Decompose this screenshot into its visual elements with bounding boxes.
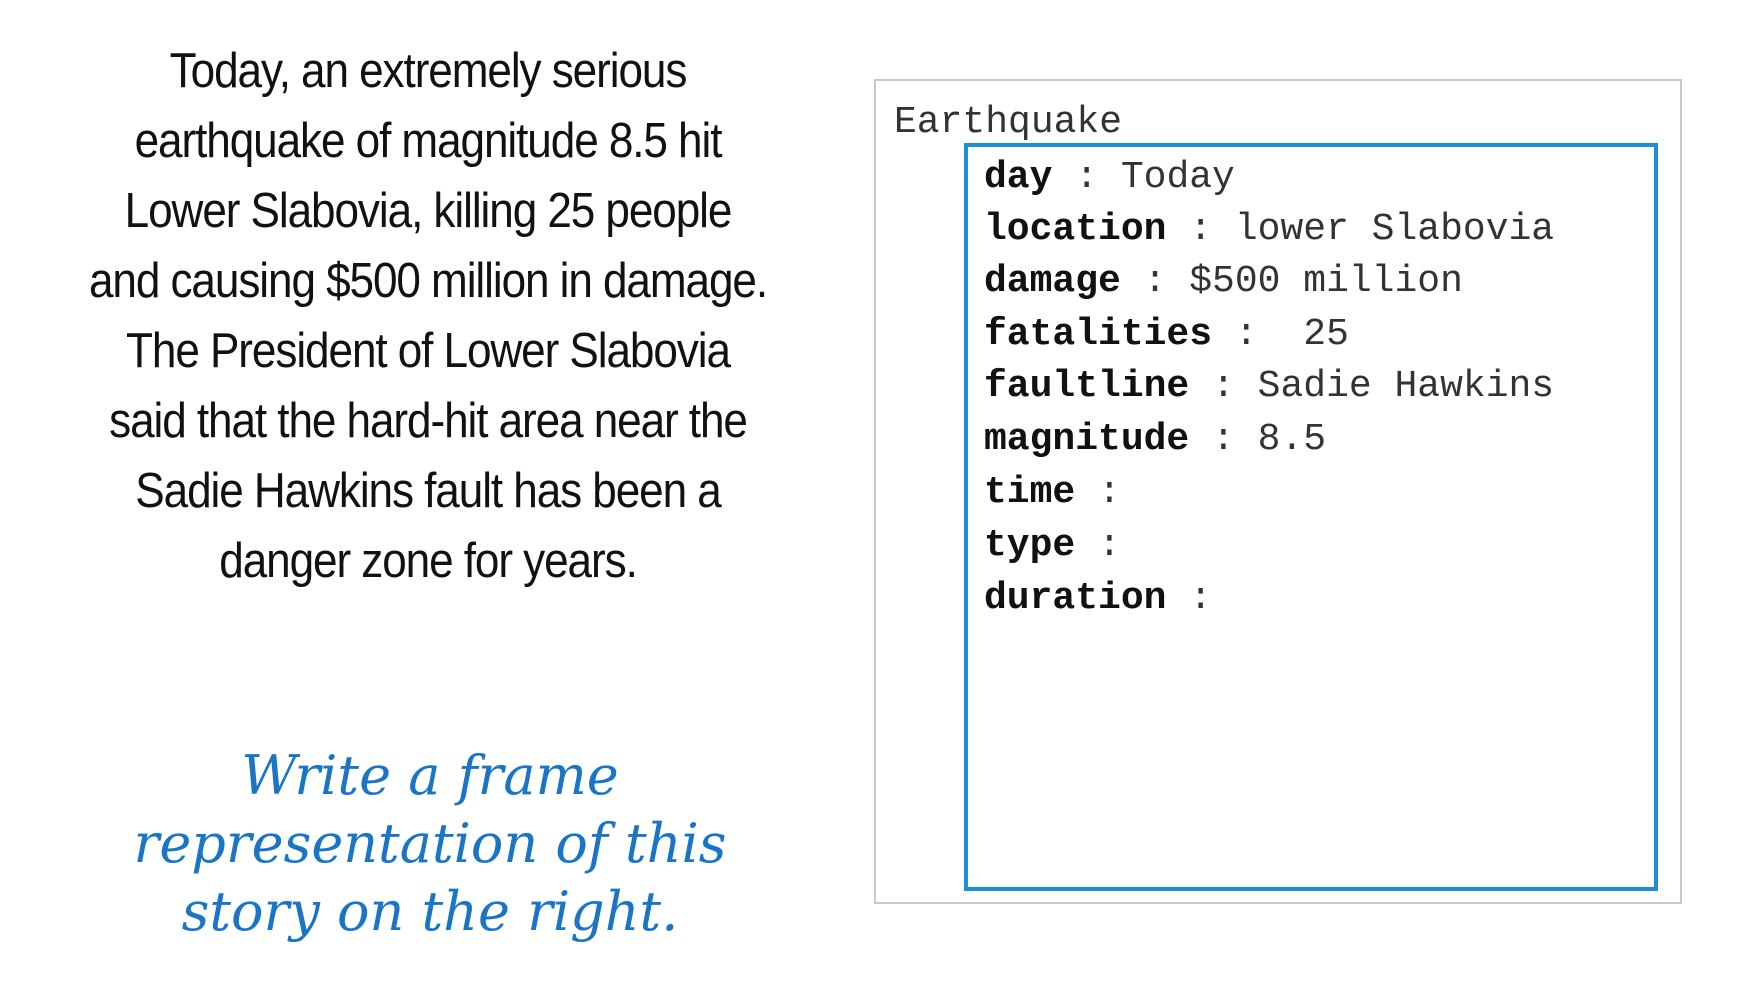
- slot-name: time: [984, 471, 1076, 514]
- slot-name: fatalities: [984, 313, 1213, 356]
- frame-title: Earthquake: [894, 101, 1123, 144]
- slot-damage: damage : $500 million: [984, 257, 1463, 307]
- slot-separator: :: [1189, 418, 1258, 461]
- story-line: and causing $500 million in damage.: [88, 254, 768, 308]
- slot-type: type :: [984, 521, 1121, 571]
- slot-name: type: [984, 524, 1076, 567]
- story-line: The President of Lower Slabovia: [126, 324, 731, 378]
- slot-name: faultline: [984, 365, 1190, 408]
- slot-separator: :: [1212, 313, 1304, 356]
- story-text: Today, an extremely serious earthquake o…: [59, 36, 797, 596]
- slot-separator: :: [1166, 577, 1213, 620]
- slot-separator: :: [1166, 208, 1235, 251]
- slot-name: damage: [984, 260, 1121, 303]
- frame-box: Earthquake day : Today location : lower …: [874, 79, 1682, 904]
- slot-fatalities: fatalities : 25: [984, 310, 1349, 360]
- story-line: Lower Slabovia, killing 25 people: [124, 184, 733, 238]
- slot-location: location : lower Slabovia: [984, 205, 1554, 255]
- instruction-line: representation of this: [133, 812, 727, 875]
- slot-value: $500 million: [1189, 260, 1463, 303]
- story-line: said that the hard-hit area near the: [109, 394, 748, 448]
- slot-magnitude: magnitude : 8.5: [984, 415, 1326, 465]
- slot-day: day : Today: [984, 153, 1235, 203]
- slot-separator: :: [1075, 471, 1121, 514]
- slot-separator: :: [1189, 365, 1258, 408]
- instruction-line: Write a frame: [241, 744, 619, 807]
- instruction-text: Write a frame representation of this sto…: [60, 742, 800, 946]
- story-line: Today, an extremely serious: [169, 44, 688, 98]
- slot-duration: duration :: [984, 574, 1212, 624]
- story-line: Sadie Hawkins fault has been a: [135, 464, 721, 518]
- slot-name: day: [984, 156, 1053, 199]
- slot-value: Today: [1120, 156, 1235, 199]
- slot-value: 8.5: [1257, 418, 1327, 461]
- frame-slots-box: day : Today location : lower Slabovia da…: [964, 143, 1658, 891]
- story-line: danger zone for years.: [219, 534, 638, 588]
- story-line: earthquake of magnitude 8.5 hit: [134, 114, 723, 168]
- slot-name: duration: [984, 577, 1167, 620]
- slot-separator: :: [1120, 260, 1190, 303]
- slot-value: 25: [1303, 313, 1349, 356]
- instruction-line: story on the right.: [181, 880, 679, 943]
- slot-name: magnitude: [984, 418, 1190, 461]
- slot-separator: :: [1075, 524, 1121, 567]
- slot-time: time :: [984, 468, 1121, 518]
- slot-faultline: faultline : Sadie Hawkins: [984, 362, 1554, 412]
- slot-name: location: [984, 208, 1167, 251]
- slot-separator: :: [1052, 156, 1121, 199]
- slot-value: lower Slabovia: [1234, 208, 1555, 251]
- slot-value: Sadie Hawkins: [1257, 365, 1555, 408]
